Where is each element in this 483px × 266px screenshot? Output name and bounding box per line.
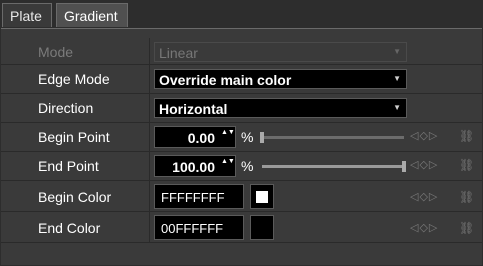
mode-label: Mode [38, 44, 74, 60]
column-divider [149, 65, 150, 93]
begin-color-row: Begin Color FFFFFFFF ◁◇▷ ⛓ [1, 181, 482, 212]
end-color-swatch[interactable] [250, 215, 274, 240]
begin-point-label: Begin Point [38, 129, 110, 145]
direction-value: Horizontal [159, 101, 228, 117]
direction-label: Direction [38, 100, 94, 116]
begin-point-slider[interactable] [260, 132, 404, 143]
end-point-row: End Point 100.00 ▲▼ % ◁◇▷ ⛓ [1, 152, 482, 181]
tab-plate[interactable]: Plate [2, 3, 52, 27]
tab-bar: Plate Gradient [0, 0, 483, 28]
keyframe-nav-icon[interactable]: ◁◇▷ [410, 158, 438, 171]
end-point-label: End Point [38, 158, 99, 174]
column-divider [149, 123, 150, 151]
column-divider [149, 181, 150, 211]
begin-color-swatch[interactable] [250, 184, 274, 209]
spin-arrows-icon[interactable]: ▲▼ [221, 128, 235, 137]
spin-arrows-icon[interactable]: ▲▼ [221, 157, 235, 166]
end-color-input[interactable]: 00FFFFFF [154, 215, 244, 240]
chevron-down-icon[interactable]: ▼ [393, 103, 401, 112]
slider-thumb[interactable] [260, 132, 264, 143]
begin-color-value[interactable]: FFFFFFFF [161, 190, 225, 205]
begin-point-input[interactable]: 0.00 ▲▼ [154, 126, 236, 148]
begin-point-row: Begin Point 0.00 ▲▼ % ◁◇▷ ⛓ [1, 123, 482, 152]
begin-color-label: Begin Color [38, 189, 112, 205]
edge-mode-row: Edge Mode Override main color ▼ [1, 65, 482, 94]
tab-gradient[interactable]: Gradient [56, 3, 128, 27]
end-point-unit: % [241, 158, 254, 174]
mode-dropdown: Linear ▼ [154, 42, 407, 62]
mode-row: Mode Linear ▼ [1, 38, 482, 65]
slider-fill [262, 165, 404, 168]
end-point-value[interactable]: 100.00 [172, 159, 215, 175]
end-color-value[interactable]: 00FFFFFF [161, 221, 223, 236]
link-icon[interactable]: ⛓ [459, 158, 474, 172]
begin-point-unit: % [241, 129, 254, 145]
chevron-down-icon: ▼ [393, 47, 401, 56]
direction-dropdown[interactable]: Horizontal ▼ [154, 98, 407, 118]
slider-thumb[interactable] [402, 161, 406, 172]
edge-mode-dropdown[interactable]: Override main color ▼ [154, 69, 407, 89]
color-swatch-fill [256, 191, 268, 203]
end-point-slider[interactable] [262, 161, 406, 172]
keyframe-nav-icon[interactable]: ◁◇▷ [410, 129, 438, 142]
end-color-row: End Color 00FFFFFF ◁◇▷ ⛓ [1, 212, 482, 243]
begin-color-input[interactable]: FFFFFFFF [154, 184, 244, 209]
edge-mode-value: Override main color [159, 72, 292, 88]
keyframe-nav-icon[interactable]: ◁◇▷ [410, 190, 438, 203]
keyframe-nav-icon[interactable]: ◁◇▷ [410, 221, 438, 234]
link-icon[interactable]: ⛓ [459, 221, 474, 235]
edge-mode-label: Edge Mode [38, 71, 110, 87]
gradient-properties-panel: Mode Linear ▼ Edge Mode Override main co… [1, 28, 482, 265]
column-divider [149, 152, 150, 180]
column-divider [149, 94, 150, 122]
end-point-input[interactable]: 100.00 ▲▼ [154, 155, 236, 177]
chevron-down-icon[interactable]: ▼ [393, 74, 401, 83]
column-divider [149, 212, 150, 242]
direction-row: Direction Horizontal ▼ [1, 94, 482, 123]
end-color-label: End Color [38, 220, 101, 236]
link-icon[interactable]: ⛓ [459, 129, 474, 143]
column-divider [149, 38, 150, 64]
color-swatch-fill [256, 222, 268, 234]
begin-point-value[interactable]: 0.00 [188, 130, 215, 146]
mode-value: Linear [159, 45, 198, 61]
link-icon[interactable]: ⛓ [459, 190, 474, 204]
